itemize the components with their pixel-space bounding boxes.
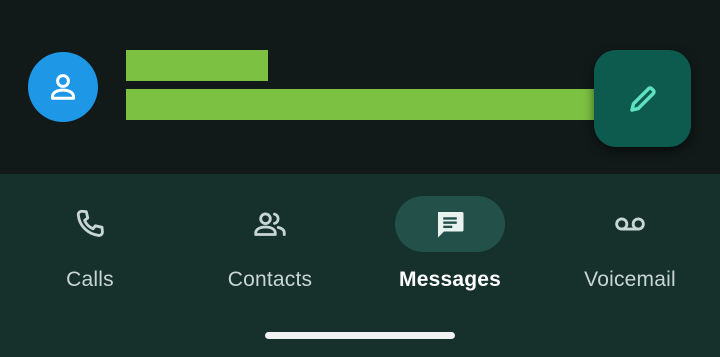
tab-calls-icon-container: [35, 196, 145, 252]
tab-voicemail[interactable]: Voicemail: [540, 196, 720, 306]
message-snippet-redacted: [126, 89, 598, 120]
message-icon: [438, 212, 464, 238]
tab-voicemail-label: Voicemail: [584, 268, 676, 291]
conversation-list: [0, 0, 720, 174]
phone-icon: [76, 209, 104, 237]
tab-messages-label: Messages: [399, 268, 501, 291]
tab-voicemail-icon-container: [575, 196, 685, 252]
tab-calls[interactable]: Calls: [0, 196, 180, 306]
tab-contacts-icon-container: [215, 196, 325, 252]
home-indicator[interactable]: [265, 332, 455, 339]
bottom-navigation: Calls Contacts Messages Voicemail: [0, 174, 720, 357]
voicemail-icon: [615, 217, 645, 231]
messages-screen: Calls Contacts Messages Voicemail: [0, 0, 720, 357]
tab-calls-label: Calls: [66, 268, 114, 291]
people-icon: [254, 212, 286, 236]
tab-contacts-label: Contacts: [227, 268, 313, 291]
person-icon: [51, 74, 75, 100]
tab-messages[interactable]: Messages: [360, 196, 540, 306]
compose-button[interactable]: [594, 50, 691, 147]
tab-messages-active-pill: [395, 196, 505, 252]
avatar[interactable]: [28, 52, 98, 122]
pencil-icon: [629, 85, 656, 112]
tab-contacts[interactable]: Contacts: [180, 196, 360, 306]
contact-name-redacted: [126, 50, 268, 81]
